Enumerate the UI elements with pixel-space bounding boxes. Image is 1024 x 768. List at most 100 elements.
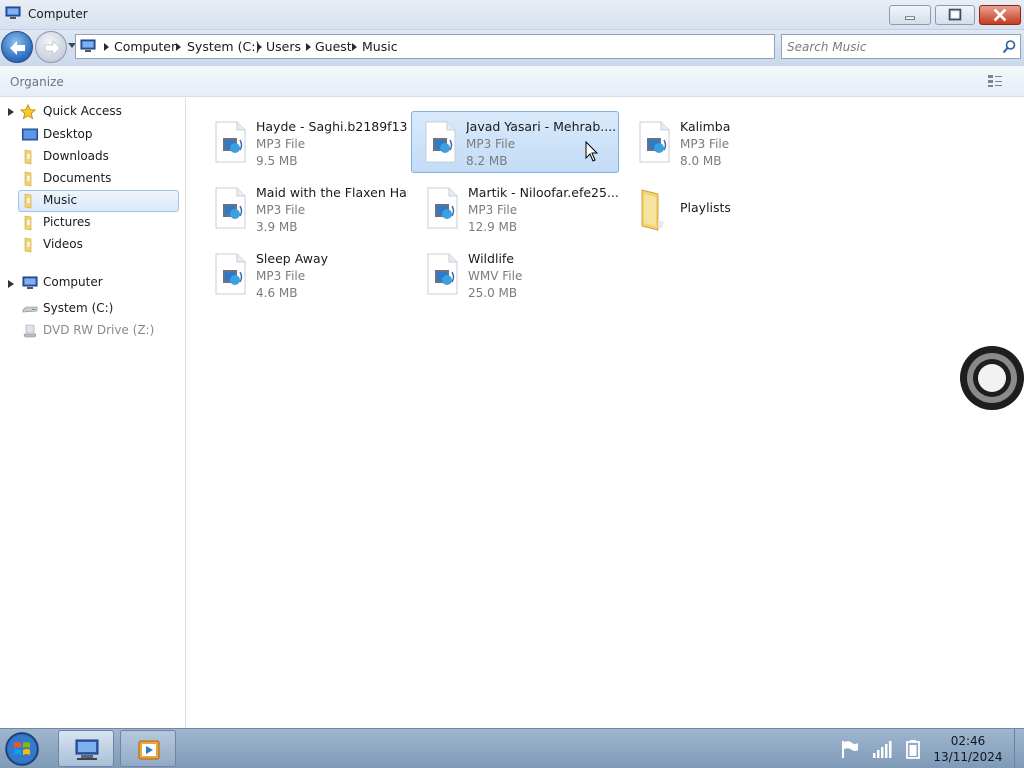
folder-icon bbox=[641, 189, 664, 231]
file-size: 8.0 MB bbox=[680, 154, 722, 168]
file-list: Hayde - Saghi.b2189f13 MP3 File 9.5 MB J… bbox=[187, 98, 1024, 728]
sidebar-item-label: Desktop bbox=[43, 127, 93, 141]
sidebar-item-label: System (C:) bbox=[43, 301, 114, 315]
file-item[interactable]: Kalimba MP3 File 8.0 MB bbox=[625, 111, 833, 173]
sidebar-item-music[interactable]: Music bbox=[18, 190, 179, 212]
file-item[interactable]: Wildlife WMV File 25.0 MB bbox=[413, 243, 621, 305]
media-player-icon bbox=[138, 740, 160, 760]
sidebar-item-label: Documents bbox=[43, 171, 112, 185]
collapse-computer-icon[interactable] bbox=[8, 280, 14, 288]
breadcrumb-separator-icon[interactable] bbox=[352, 43, 357, 51]
file-type: MP3 File bbox=[256, 137, 306, 151]
minimize-button[interactable] bbox=[889, 5, 931, 25]
back-arrow-icon bbox=[10, 41, 25, 55]
assistive-touch-button[interactable] bbox=[960, 346, 1024, 410]
media-file-icon bbox=[427, 253, 458, 295]
file-item[interactable]: Sleep Away MP3 File 4.6 MB bbox=[201, 243, 409, 305]
file-item[interactable]: Maid with the Flaxen Hair MP3 File 3.9 M… bbox=[201, 177, 409, 239]
file-name: Sleep Away bbox=[256, 251, 329, 266]
computer-icon bbox=[75, 739, 99, 760]
file-size: 3.9 MB bbox=[256, 220, 298, 234]
clock-date[interactable]: 13/11/2024 bbox=[928, 750, 1008, 764]
change-view-icon[interactable] bbox=[987, 74, 1003, 88]
file-type: MP3 File bbox=[256, 269, 306, 283]
file-type: MP3 File bbox=[256, 203, 306, 217]
media-file-icon bbox=[425, 121, 456, 163]
breadcrumb-computer[interactable]: Computer bbox=[114, 39, 176, 54]
breadcrumb-separator-icon[interactable] bbox=[257, 43, 262, 51]
folder-name: Playlists bbox=[680, 200, 731, 215]
mouse-pointer-icon bbox=[585, 141, 599, 162]
sidebar-item-label: Music bbox=[43, 193, 78, 207]
forward-arrow-icon bbox=[44, 40, 61, 56]
organize-button[interactable]: Organize bbox=[10, 75, 64, 89]
breadcrumb-music[interactable]: Music bbox=[362, 39, 398, 54]
file-name: Hayde - Saghi.b2189f13 bbox=[256, 119, 408, 134]
explorer-taskbar-button[interactable] bbox=[58, 730, 114, 767]
file-type: WMV File bbox=[468, 269, 523, 283]
breadcrumb-system-c[interactable]: System (C:) bbox=[187, 39, 260, 54]
sidebar-item-documents[interactable]: Documents bbox=[18, 168, 178, 190]
folder-icon bbox=[24, 171, 32, 187]
drive-icon bbox=[22, 306, 38, 313]
clock-time[interactable]: 02:46 bbox=[940, 734, 996, 748]
sidebar-item-dvd-drive[interactable]: DVD RW Drive (Z:) bbox=[18, 320, 178, 342]
media-player-taskbar-button[interactable] bbox=[120, 730, 176, 767]
flag-icon[interactable] bbox=[840, 739, 860, 759]
folder-icon bbox=[24, 237, 32, 253]
media-file-icon bbox=[215, 187, 246, 229]
media-file-icon bbox=[215, 121, 246, 163]
dvd-drive-icon bbox=[23, 324, 37, 338]
folder-icon bbox=[24, 215, 32, 231]
breadcrumb-guest[interactable]: Guest bbox=[315, 39, 352, 54]
sidebar-item-pictures[interactable]: Pictures bbox=[18, 212, 178, 234]
sidebar-item-label: DVD RW Drive (Z:) bbox=[43, 323, 155, 337]
sidebar-item-downloads[interactable]: Downloads bbox=[18, 146, 178, 168]
command-toolbar: Organize bbox=[0, 66, 1024, 97]
breadcrumb-users[interactable]: Users bbox=[266, 39, 301, 54]
sidebar-item-quick-access[interactable]: Quick Access bbox=[18, 101, 178, 123]
sidebar-item-label: Videos bbox=[43, 237, 83, 251]
breadcrumb-separator-icon[interactable] bbox=[306, 43, 311, 51]
folder-item[interactable]: Playlists bbox=[625, 177, 833, 239]
computer-icon bbox=[22, 276, 38, 289]
file-name: Maid with the Flaxen Hair bbox=[256, 185, 408, 200]
search-input[interactable] bbox=[787, 38, 987, 55]
file-item[interactable]: Hayde - Saghi.b2189f13 MP3 File 9.5 MB bbox=[201, 111, 409, 173]
maximize-button[interactable] bbox=[935, 5, 975, 25]
computer-icon bbox=[80, 39, 96, 52]
file-size: 12.9 MB bbox=[468, 220, 518, 234]
search-icon[interactable] bbox=[1001, 39, 1017, 55]
file-name: Martik - Niloofar.efe25... bbox=[468, 185, 619, 200]
collapse-quick-access-icon[interactable] bbox=[8, 108, 14, 116]
breadcrumb-separator-icon[interactable] bbox=[176, 43, 181, 51]
signal-icon[interactable] bbox=[872, 739, 892, 759]
computer-icon bbox=[5, 6, 21, 19]
folder-icon bbox=[24, 193, 32, 209]
sidebar-item-system-c[interactable]: System (C:) bbox=[18, 298, 178, 320]
back-button[interactable] bbox=[1, 31, 33, 63]
taskbar: 02:46 13/11/2024 bbox=[0, 728, 1024, 768]
forward-button[interactable] bbox=[35, 31, 67, 63]
restore-icon bbox=[948, 8, 962, 21]
search-box[interactable] bbox=[781, 34, 1021, 59]
file-type: MP3 File bbox=[680, 137, 730, 151]
close-button[interactable] bbox=[979, 5, 1021, 25]
sidebar-item-desktop[interactable]: Desktop bbox=[18, 124, 178, 146]
file-size: 9.5 MB bbox=[256, 154, 298, 168]
media-file-icon bbox=[427, 187, 458, 229]
file-size: 25.0 MB bbox=[468, 286, 518, 300]
breadcrumb-separator-icon[interactable] bbox=[104, 43, 109, 51]
minimize-icon bbox=[905, 16, 915, 20]
sidebar-item-label: Pictures bbox=[43, 215, 91, 229]
sidebar-item-videos[interactable]: Videos bbox=[18, 234, 178, 256]
file-size: 8.2 MB bbox=[466, 154, 508, 168]
file-item[interactable]: Martik - Niloofar.efe25... MP3 File 12.9… bbox=[413, 177, 621, 239]
sidebar-item-computer[interactable]: Computer bbox=[18, 272, 178, 294]
address-bar[interactable]: Computer System (C:) Users Guest Music bbox=[75, 34, 775, 59]
start-button[interactable] bbox=[2, 731, 42, 767]
file-name: Javad Yasari - Mehrab.... bbox=[466, 119, 617, 134]
show-desktop-button[interactable] bbox=[1014, 729, 1024, 768]
battery-icon[interactable] bbox=[903, 739, 923, 759]
media-file-icon bbox=[639, 121, 670, 163]
